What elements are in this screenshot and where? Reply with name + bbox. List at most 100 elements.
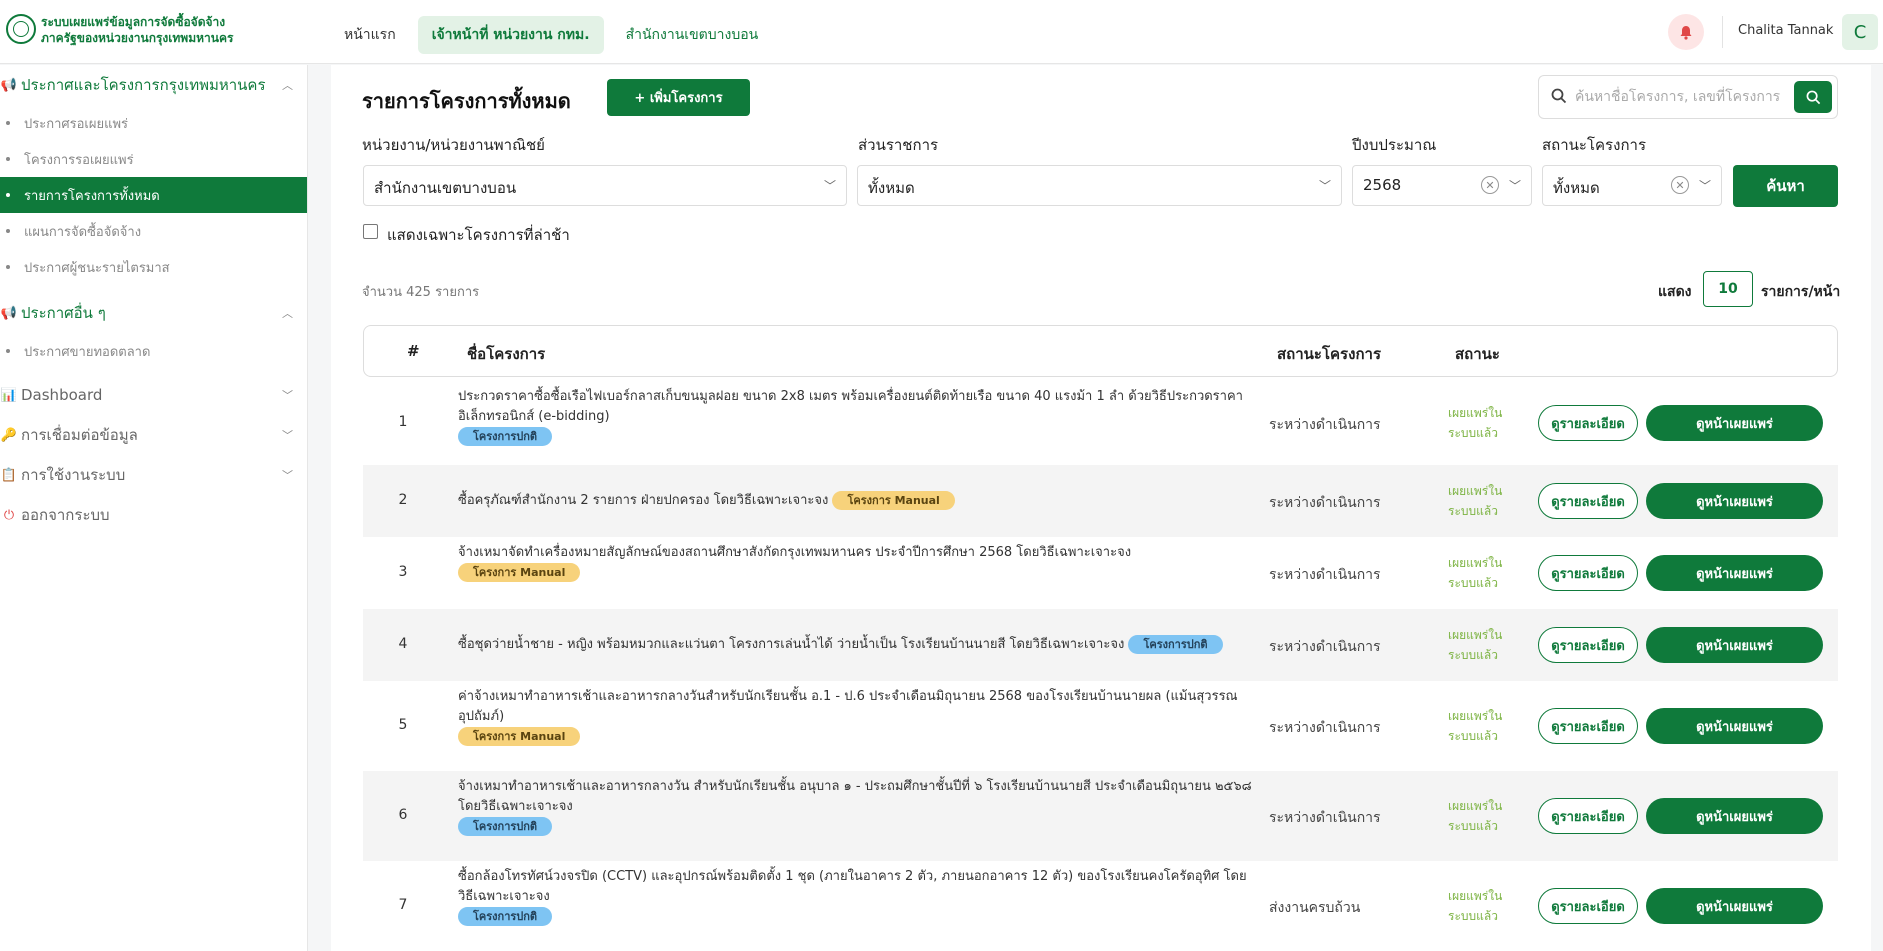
clear-icon[interactable]: ✕ bbox=[1671, 176, 1689, 194]
table-row: 4 ซื้อชุดว่ายน้ำชาย - หญิง พร้อมหมวกและแว… bbox=[363, 609, 1838, 681]
sidebar-item-all-projects[interactable]: รายการโครงการทั้งหมด bbox=[0, 177, 307, 213]
add-project-button[interactable]: + เพิ่มโครงการ bbox=[607, 79, 750, 116]
section-label: ประกาศและโครงการกรุงเทพมหานคร bbox=[21, 76, 266, 94]
row-number: 2 bbox=[398, 492, 408, 508]
chevron-down-icon: ﹀ bbox=[282, 469, 293, 482]
view-detail-button[interactable]: ดูรายละเอียด bbox=[1538, 708, 1638, 744]
agency-select-value: สำนักงานเขตบางบอน bbox=[374, 179, 517, 197]
user-name[interactable]: Chalita Tannak bbox=[1738, 23, 1833, 38]
view-publish-page-button[interactable]: ดูหน้าเผยแพร่ bbox=[1646, 708, 1823, 744]
chevron-down-icon: ﹀ bbox=[282, 389, 293, 402]
status-select[interactable]: ทั้งหมด ✕ ﹀ bbox=[1542, 165, 1722, 206]
row-number: 3 bbox=[398, 564, 408, 580]
project-name-cell: จ้างเหมาจัดทำเครื่องหมายสัญลักษณ์ของสถาน… bbox=[458, 543, 1258, 583]
search-input[interactable] bbox=[1575, 84, 1791, 110]
agency-select[interactable]: สำนักงานเขตบางบอน ﹀ bbox=[363, 165, 847, 206]
project-type-tag: โครงการปกติ bbox=[458, 907, 553, 926]
view-publish-page-button[interactable]: ดูหน้าเผยแพร่ bbox=[1646, 405, 1823, 441]
late-only-label[interactable]: แสดงเฉพาะโครงการที่ล่าช้า bbox=[387, 223, 570, 247]
year-select[interactable]: 2568 ✕ ﹀ bbox=[1352, 165, 1532, 206]
project-name: ซื้อครุภัณฑ์สำนักงาน 2 รายการ ฝ่ายปกครอง… bbox=[458, 493, 829, 508]
sidebar-section-data-connection[interactable]: 🔑 การเชื่อมต่อข้อมูล ﹀ bbox=[0, 415, 307, 455]
nav-district-office[interactable]: สำนักงานเขตบางบอน bbox=[612, 16, 773, 54]
column-header-project-status: สถานะโครงการ bbox=[1277, 345, 1382, 363]
project-name: ค่าจ้างเหมาทำอาหารเช้าและอาหารกลางวันสำห… bbox=[458, 689, 1238, 724]
notification-button[interactable] bbox=[1668, 14, 1704, 50]
row-number: 4 bbox=[398, 636, 408, 652]
nav-home[interactable]: หน้าแรก bbox=[330, 16, 410, 54]
sidebar-section-system-usage[interactable]: 📋 การใช้งานระบบ ﹀ bbox=[0, 455, 307, 495]
sidebar-section-bma-announcements[interactable]: 📢 ประกาศและโครงการกรุงเทพมหานคร ︿ bbox=[0, 65, 307, 105]
top-bar: ระบบเผยแพร่ข้อมูลการจัดซื้อจัดจ้าง ภาครั… bbox=[0, 0, 1883, 64]
sidebar-item-procurement-plan[interactable]: แผนการจัดซื้อจัดจ้าง bbox=[0, 213, 307, 249]
agency-filter-label: หน่วยงาน/หน่วยงานพาณิชย์ bbox=[362, 136, 545, 154]
search-box bbox=[1538, 75, 1838, 119]
status-select-value: ทั้งหมด bbox=[1553, 179, 1600, 197]
chevron-down-icon: ﹀ bbox=[1318, 179, 1331, 193]
project-status: ระหว่างดำเนินการ bbox=[1269, 567, 1381, 583]
top-nav: หน้าแรก เจ้าหน้าที่ หน่วยงาน กทม. สำนักง… bbox=[330, 16, 772, 54]
table-row: 7 ซื้อกล้องโทรทัศน์วงจรปิด (CCTV) และอุปก… bbox=[363, 861, 1838, 951]
project-type-tag: โครงการปกติ bbox=[458, 427, 553, 446]
view-publish-page-button[interactable]: ดูหน้าเผยแพร่ bbox=[1646, 483, 1823, 519]
megaphone-icon: 📢 bbox=[0, 305, 18, 321]
clear-icon[interactable]: ✕ bbox=[1481, 176, 1499, 194]
per-page-input[interactable]: 10 bbox=[1703, 271, 1753, 307]
row-number: 6 bbox=[398, 807, 408, 823]
view-detail-button[interactable]: ดูรายละเอียด bbox=[1538, 483, 1638, 519]
view-publish-page-button[interactable]: ดูหน้าเผยแพร่ bbox=[1646, 888, 1823, 924]
brand-title[interactable]: ระบบเผยแพร่ข้อมูลการจัดซื้อจัดจ้าง ภาครั… bbox=[41, 14, 233, 46]
column-header-number: # bbox=[407, 342, 420, 360]
project-table-body: 1 ประกวดราคาซื้อซื้อเรือไฟเบอร์กลาสเก็บขน… bbox=[363, 381, 1838, 951]
sidebar-item-quarterly-winners[interactable]: ประกาศผู้ชนะรายไตรมาส bbox=[0, 249, 307, 285]
view-publish-page-button[interactable]: ดูหน้าเผยแพร่ bbox=[1646, 798, 1823, 834]
filter-search-button[interactable]: ค้นหา bbox=[1733, 165, 1838, 207]
sidebar-item-pending-projects[interactable]: โครงการรอเผยแพร่ bbox=[0, 141, 307, 177]
table-row: 3 จ้างเหมาจัดทำเครื่องหมายสัญลักษณ์ของสถา… bbox=[363, 537, 1838, 609]
sidebar-item-pending-announcements[interactable]: ประกาศรอเผยแพร่ bbox=[0, 105, 307, 141]
project-status: ระหว่างดำเนินการ bbox=[1269, 639, 1381, 655]
table-row: 2 ซื้อครุภัณฑ์สำนักงาน 2 รายการ ฝ่ายปกครอ… bbox=[363, 465, 1838, 537]
project-name-cell: จ้างเหมาทำอาหารเช้าและอาหารกลางวัน สำหรั… bbox=[458, 777, 1258, 837]
year-filter-label: ปีงบประมาณ bbox=[1352, 136, 1437, 154]
megaphone-icon: 📢 bbox=[0, 77, 18, 93]
search-submit-button[interactable] bbox=[1794, 81, 1832, 113]
chart-icon: 📊 bbox=[0, 387, 18, 403]
sidebar-section-other-announcements[interactable]: 📢 ประกาศอื่น ๆ ︿ bbox=[0, 293, 307, 333]
sidebar-logout[interactable]: ⏻ ออกจากระบบ bbox=[0, 495, 307, 535]
show-label: แสดง bbox=[1658, 284, 1692, 300]
project-name: ประกวดราคาซื้อซื้อเรือไฟเบอร์กลาสเก็บขนม… bbox=[458, 389, 1243, 424]
avatar[interactable]: C bbox=[1842, 14, 1878, 50]
seal-logo-icon[interactable] bbox=[6, 14, 36, 44]
project-status: ระหว่างดำเนินการ bbox=[1269, 417, 1381, 433]
view-detail-button[interactable]: ดูรายละเอียด bbox=[1538, 627, 1638, 663]
sidebar-section-dashboard[interactable]: 📊 Dashboard ﹀ bbox=[0, 375, 307, 415]
project-type-tag: โครงการ Manual bbox=[832, 491, 955, 510]
publish-status: เผยแพร่ในระบบแล้ว bbox=[1448, 628, 1503, 662]
division-filter-label: ส่วนราชการ bbox=[858, 136, 939, 154]
view-detail-button[interactable]: ดูรายละเอียด bbox=[1538, 798, 1638, 834]
late-only-checkbox[interactable] bbox=[363, 224, 378, 239]
project-name: ซื้อชุดว่ายน้ำชาย - หญิง พร้อมหมวกและแว่… bbox=[458, 637, 1125, 652]
search-icon bbox=[1806, 90, 1820, 104]
row-number: 7 bbox=[398, 897, 408, 913]
publish-status: เผยแพร่ในระบบแล้ว bbox=[1448, 406, 1503, 440]
section-label: การใช้งานระบบ bbox=[21, 466, 126, 484]
nav-bma-staff[interactable]: เจ้าหน้าที่ หน่วยงาน กทม. bbox=[417, 16, 604, 54]
table-row: 5 ค่าจ้างเหมาทำอาหารเช้าและอาหารกลางวันสำ… bbox=[363, 681, 1838, 771]
view-publish-page-button[interactable]: ดูหน้าเผยแพร่ bbox=[1646, 555, 1823, 591]
project-type-tag: โครงการปกติ bbox=[1128, 635, 1223, 654]
view-detail-button[interactable]: ดูรายละเอียด bbox=[1538, 888, 1638, 924]
section-label: Dashboard bbox=[21, 386, 103, 404]
division-select[interactable]: ทั้งหมด ﹀ bbox=[857, 165, 1342, 206]
chevron-up-icon: ︿ bbox=[282, 307, 293, 320]
project-name: จ้างเหมาทำอาหารเช้าและอาหารกลางวัน สำหรั… bbox=[458, 779, 1252, 814]
status-filter-label: สถานะโครงการ bbox=[1542, 136, 1647, 154]
view-detail-button[interactable]: ดูรายละเอียด bbox=[1538, 405, 1638, 441]
view-publish-page-button[interactable]: ดูหน้าเผยแพร่ bbox=[1646, 627, 1823, 663]
logout-label: ออกจากระบบ bbox=[21, 506, 110, 524]
chevron-up-icon: ︿ bbox=[282, 79, 293, 92]
view-detail-button[interactable]: ดูรายละเอียด bbox=[1538, 555, 1638, 591]
sidebar-item-auction[interactable]: ประกาศขายทอดตลาด bbox=[0, 333, 307, 369]
publish-status: เผยแพร่ในระบบแล้ว bbox=[1448, 556, 1503, 590]
